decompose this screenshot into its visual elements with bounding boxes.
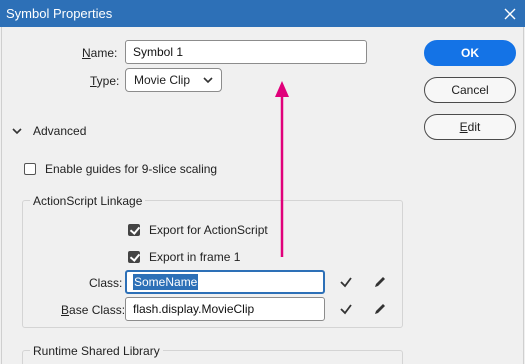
- type-dropdown[interactable]: Movie Clip: [125, 68, 222, 92]
- window-title: Symbol Properties: [6, 6, 113, 21]
- export-actionscript-checkbox[interactable]: [128, 224, 140, 236]
- type-label: Type:: [90, 74, 120, 88]
- name-input[interactable]: Symbol 1: [125, 40, 367, 64]
- title-bar: Symbol Properties: [0, 0, 525, 27]
- class-label: Class:: [89, 276, 123, 290]
- linkage-title: ActionScript Linkage: [30, 194, 146, 208]
- chevron-down-icon: [203, 77, 213, 84]
- close-button[interactable]: [495, 0, 525, 27]
- cancel-button[interactable]: Cancel: [424, 77, 516, 103]
- class-input[interactable]: SomeName: [125, 270, 325, 294]
- base-class-input[interactable]: flash.display.MovieClip: [125, 297, 325, 321]
- export-frame-label: Export in frame 1: [149, 250, 241, 264]
- pencil-icon[interactable]: [373, 275, 387, 289]
- guides-label: Enable guides for 9-slice scaling: [45, 162, 218, 176]
- pencil-icon[interactable]: [373, 302, 387, 316]
- chevron-down-icon[interactable]: [11, 125, 23, 137]
- name-label: Name:: [82, 46, 118, 60]
- export-actionscript-label: Export for ActionScript: [149, 223, 268, 237]
- checkmark-icon[interactable]: [339, 275, 353, 289]
- type-value: Movie Clip: [134, 73, 191, 87]
- guides-checkbox[interactable]: [24, 163, 36, 175]
- export-frame-checkbox[interactable]: [128, 251, 140, 263]
- advanced-toggle-label[interactable]: Advanced: [33, 124, 86, 138]
- close-icon: [504, 8, 516, 19]
- checkmark-icon[interactable]: [339, 302, 353, 316]
- edit-button[interactable]: Edit: [424, 114, 516, 140]
- base-class-label: Base Class:: [61, 303, 126, 317]
- dialog-body: Name: Symbol 1 Type: Movie Clip OK Cance…: [1, 27, 524, 364]
- annotation-arrow: [275, 81, 289, 257]
- runtime-title: Runtime Shared Library: [30, 344, 163, 358]
- class-value: SomeName: [133, 274, 199, 290]
- ok-button[interactable]: OK: [424, 40, 516, 66]
